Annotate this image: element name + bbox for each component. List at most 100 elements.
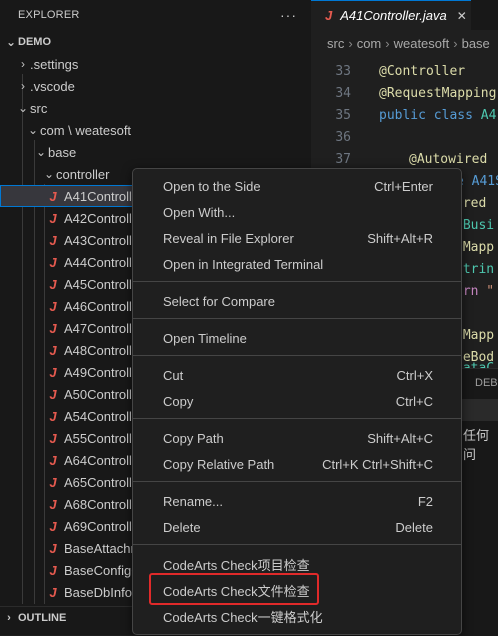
menu-item-label: Reveal in File Explorer (163, 230, 294, 246)
java-file-icon: J (49, 276, 57, 292)
chevron-down-icon: ⌄ (43, 167, 55, 181)
tree-label: A46Controll (64, 298, 132, 314)
breadcrumb: src › com › weatesoft › base (311, 30, 498, 56)
java-file-icon: J (49, 188, 57, 204)
code-text: A41 (480, 107, 498, 123)
java-file-icon: J (49, 298, 57, 314)
tree-label: A48Controll (64, 342, 132, 358)
breadcrumb-item[interactable]: com (357, 36, 382, 51)
code-line: 37 @Autowired (311, 148, 487, 170)
menu-item-shortcut: Shift+Alt+C (367, 430, 433, 446)
menu-item-label: Copy (163, 393, 194, 409)
java-file-icon: J (49, 342, 57, 358)
tree-label: BaseConfigC (64, 562, 141, 578)
breadcrumb-item[interactable]: src (327, 36, 344, 51)
menu-item-reveal-in-explorer[interactable]: Reveal in File Explorer Shift+Alt+R (137, 226, 457, 250)
menu-item-label: Open in Integrated Terminal (163, 256, 324, 272)
tree-folder-vscode[interactable]: › .vscode (0, 75, 327, 97)
menu-item-shortcut: Ctrl+K Ctrl+Shift+C (322, 456, 433, 472)
java-file-icon: J (49, 364, 57, 380)
chevron-down-icon: ⌄ (5, 35, 17, 49)
java-file-icon: J (49, 540, 57, 556)
tree-label: controller (56, 166, 110, 182)
tree-folder-src[interactable]: ⌄ src (0, 97, 327, 119)
menu-item-copy-relative-path[interactable]: Copy Relative Path Ctrl+K Ctrl+Shift+C (137, 452, 457, 476)
tree-label: A47Controll (64, 320, 132, 336)
chevron-right-icon: › (21, 79, 25, 93)
menu-item-open-terminal[interactable]: Open in Integrated Terminal (137, 252, 457, 276)
tree-label: A42Controll (64, 210, 132, 226)
menu-separator (133, 544, 461, 545)
menu-item-cut[interactable]: Cut Ctrl+X (137, 363, 457, 387)
tree-label: src (30, 100, 48, 116)
chevron-right-icon: › (21, 57, 25, 71)
menu-item-shortcut: F2 (417, 493, 433, 509)
menu-item-label: Open With... (163, 204, 236, 220)
line-number: 34 (335, 85, 351, 101)
breadcrumb-item[interactable]: weatesoft (394, 36, 450, 51)
code-text: @Autowired (409, 151, 488, 167)
java-file-icon: J (49, 430, 57, 446)
line-number: 33 (335, 63, 351, 79)
line-number: 35 (335, 107, 351, 123)
tree-label: A41Controll (64, 188, 132, 204)
panel-tab-debug[interactable]: DEBU (475, 377, 498, 389)
menu-separator (133, 318, 461, 319)
java-file-icon: J (49, 386, 57, 402)
java-file-icon: J (49, 254, 57, 270)
menu-item-shortcut: Delete (395, 519, 433, 535)
chevron-right-icon: › (7, 612, 11, 624)
menu-item-codearts-format[interactable]: CodeArts Check一键格式化 (137, 604, 457, 628)
code-line: 35 public class A41 (311, 104, 498, 126)
tree-label: A69Controll (64, 518, 132, 534)
menu-item-select-for-compare[interactable]: Select for Compare (137, 289, 457, 313)
tree-folder-settings[interactable]: › .settings (0, 53, 327, 75)
chevron-right-icon: › (453, 35, 458, 51)
java-file-icon: J (49, 408, 57, 424)
tree-label: A54Controll (64, 408, 132, 424)
menu-item-label: CodeArts Check一键格式化 (163, 609, 323, 625)
menu-item-label: Cut (163, 367, 184, 383)
line-number: 36 (335, 129, 351, 145)
tree-label: com \ weatesoft (40, 122, 132, 138)
menu-item-copy[interactable]: Copy Ctrl+C (137, 389, 457, 413)
tree-label: A50Controll (64, 386, 132, 402)
code-line: 33 @Controller (311, 60, 465, 82)
menu-item-rename[interactable]: Rename... F2 (137, 489, 457, 513)
menu-item-label: Delete (163, 519, 201, 535)
more-actions-icon[interactable]: ··· (280, 7, 297, 23)
tree-label: .vscode (30, 78, 75, 94)
menu-item-label: Select for Compare (163, 293, 275, 309)
code-line: 36 (311, 126, 379, 148)
menu-item-label: Open to the Side (163, 178, 261, 194)
java-file-icon: J (49, 474, 57, 490)
menu-separator (133, 355, 461, 356)
panel-text: 任何问 (463, 428, 490, 462)
menu-item-delete[interactable]: Delete Delete (137, 515, 457, 539)
menu-separator (133, 481, 461, 482)
tree-label: A64Controll (64, 452, 132, 468)
outline-title: OUTLINE (18, 612, 67, 624)
menu-item-open-with[interactable]: Open With... (137, 200, 457, 224)
java-file-icon: J (325, 8, 333, 23)
java-file-icon: J (49, 496, 57, 512)
tree-folder-base[interactable]: ⌄ base (0, 141, 345, 163)
close-icon[interactable]: ✕ (457, 9, 467, 23)
tab-a41controller[interactable]: J A41Controller.java ✕ (311, 0, 471, 30)
tree-label: base (48, 144, 77, 160)
menu-item-open-to-side[interactable]: Open to the Side Ctrl+Enter (137, 174, 457, 198)
explorer-header: EXPLORER ··· (0, 0, 311, 30)
tree-folder-com-weatesoft[interactable]: ⌄ com \ weatesoft (0, 119, 337, 141)
tree-label: A55Controll (64, 430, 132, 446)
chevron-right-icon: › (385, 35, 390, 51)
menu-item-open-timeline[interactable]: Open Timeline (137, 326, 457, 350)
menu-item-label: Copy Path (163, 430, 224, 446)
menu-separator (133, 418, 461, 419)
tree-label: DEMO (18, 36, 51, 48)
chevron-right-icon: › (348, 35, 353, 51)
breadcrumb-item[interactable]: base (462, 36, 490, 51)
chevron-down-icon: ⌄ (35, 145, 47, 159)
menu-item-shortcut: Ctrl+X (396, 367, 433, 383)
tree-root-demo[interactable]: ⌄ DEMO (0, 31, 315, 53)
menu-item-copy-path[interactable]: Copy Path Shift+Alt+C (137, 426, 457, 450)
